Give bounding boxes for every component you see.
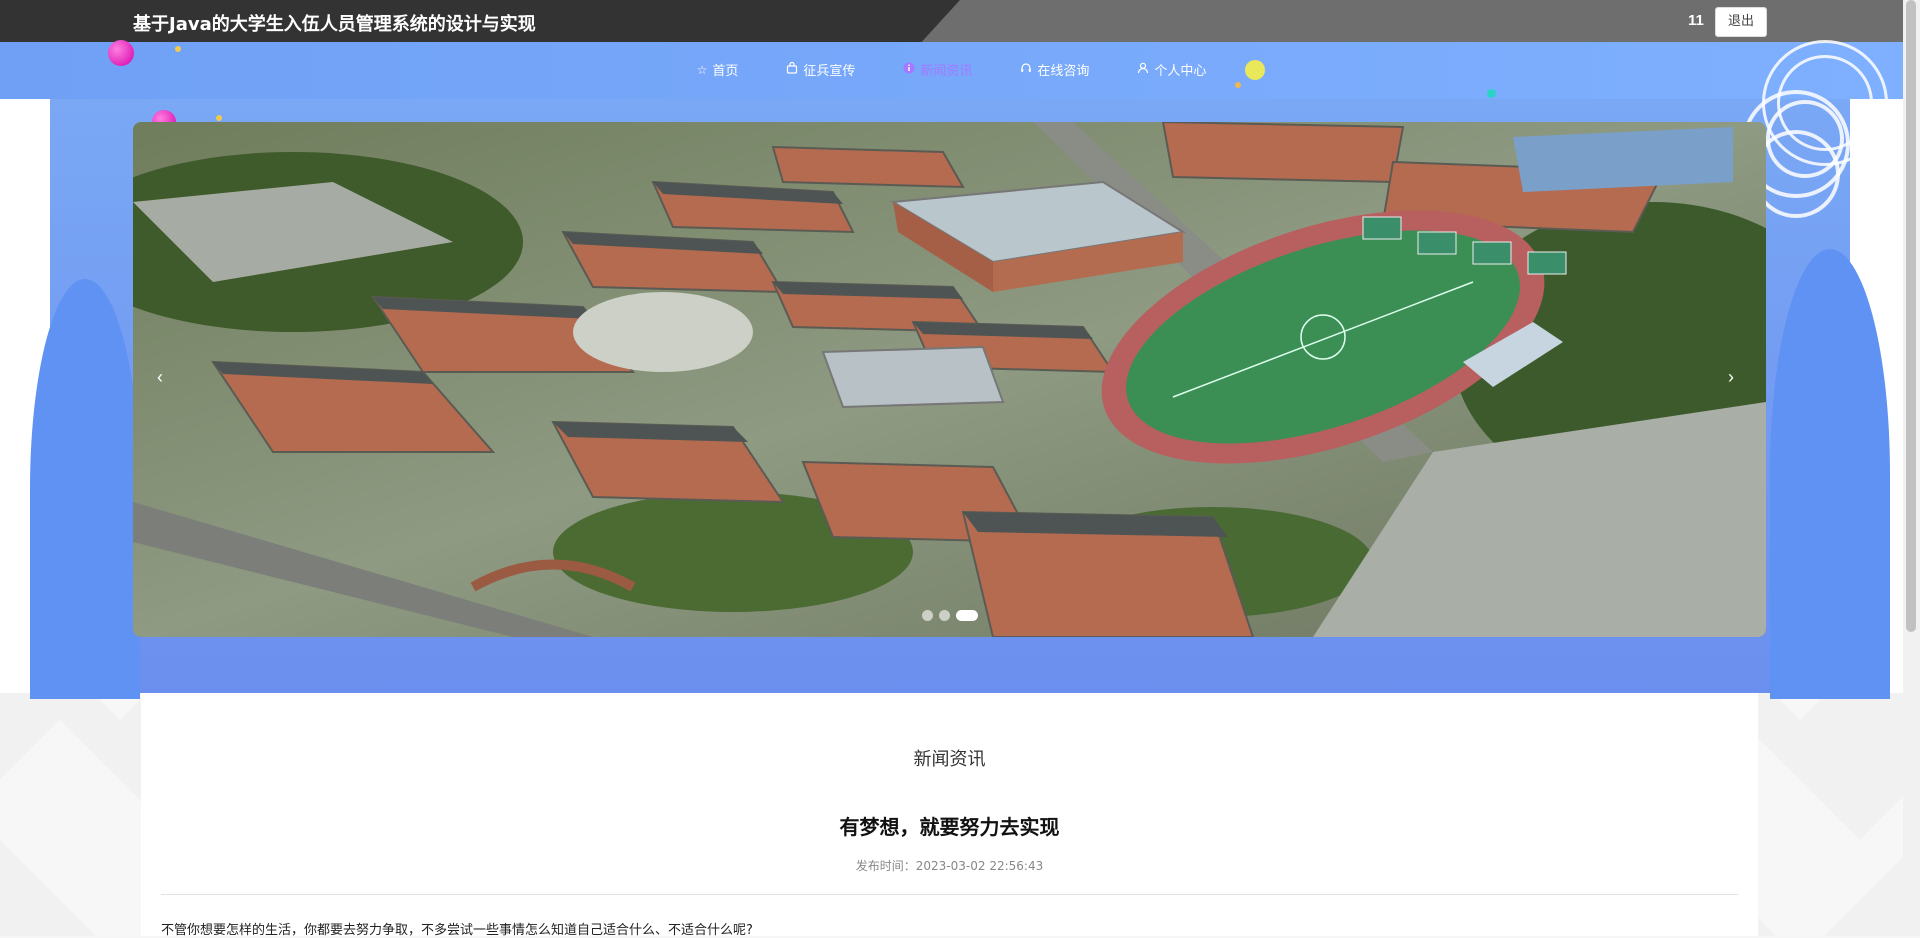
- top-bar: 基于Java的大学生入伍人员管理系统的设计与实现 11 退出: [0, 0, 1920, 42]
- info-icon: [903, 62, 915, 77]
- nav-item-label: 首页: [712, 64, 739, 79]
- bag-icon: [786, 61, 798, 77]
- nav-item-label: 在线咨询: [1037, 64, 1090, 79]
- campus-aerial-image: [133, 122, 1766, 637]
- news-detail-panel: 新闻资讯 有梦想，就要努力去实现 发布时间：2023-03-02 22:56:4…: [141, 693, 1758, 938]
- user-icon: [1137, 62, 1149, 77]
- divider: [161, 894, 1738, 895]
- page-scrollbar-thumb[interactable]: [1906, 0, 1916, 632]
- hero-mountain-right: [1770, 249, 1890, 699]
- hero-mountain-left: [30, 279, 140, 699]
- site-title: 基于Java的大学生入伍人员管理系统的设计与实现: [133, 14, 536, 35]
- nav-item-recruitment[interactable]: 征兵宣传: [786, 60, 855, 79]
- logout-button[interactable]: 退出: [1715, 7, 1767, 37]
- star-icon: ☆: [696, 62, 708, 77]
- nav-item-home[interactable]: ☆ 首页: [696, 60, 739, 80]
- main-nav: ☆ 首页 征兵宣传 新闻资讯 在线咨询 个人中心: [0, 42, 1903, 97]
- article-body: 不管你想要怎样的生活，你都要去努力争取，不多尝试一些事情怎么知道自己适合什么、不…: [161, 923, 753, 938]
- carousel-indicators: [133, 610, 1766, 621]
- carousel-prev-arrow[interactable]: ‹: [157, 367, 163, 388]
- carousel-dot-1[interactable]: [921, 610, 933, 621]
- nav-item-label: 征兵宣传: [803, 64, 856, 79]
- headset-icon: [1020, 62, 1032, 77]
- carousel-dot-2[interactable]: [938, 610, 950, 621]
- decor-dot-yellow-2: [216, 115, 222, 121]
- user-name: 11: [1688, 12, 1704, 29]
- nav-item-label: 新闻资讯: [920, 64, 973, 79]
- nav-item-news[interactable]: 新闻资讯: [903, 60, 972, 79]
- publish-time: 发布时间：2023-03-02 22:56:43: [855, 859, 1044, 873]
- carousel-next-arrow[interactable]: ›: [1728, 367, 1734, 388]
- banner-carousel[interactable]: ‹ ›: [133, 122, 1766, 637]
- carousel-dot-3[interactable]: [955, 610, 978, 621]
- section-title: 新闻资讯: [913, 749, 986, 770]
- nav-item-label: 个人中心: [1154, 64, 1207, 79]
- nav-item-consult[interactable]: 在线咨询: [1020, 60, 1089, 79]
- nav-item-profile[interactable]: 个人中心: [1137, 60, 1206, 79]
- article-title: 有梦想，就要努力去实现: [839, 815, 1060, 839]
